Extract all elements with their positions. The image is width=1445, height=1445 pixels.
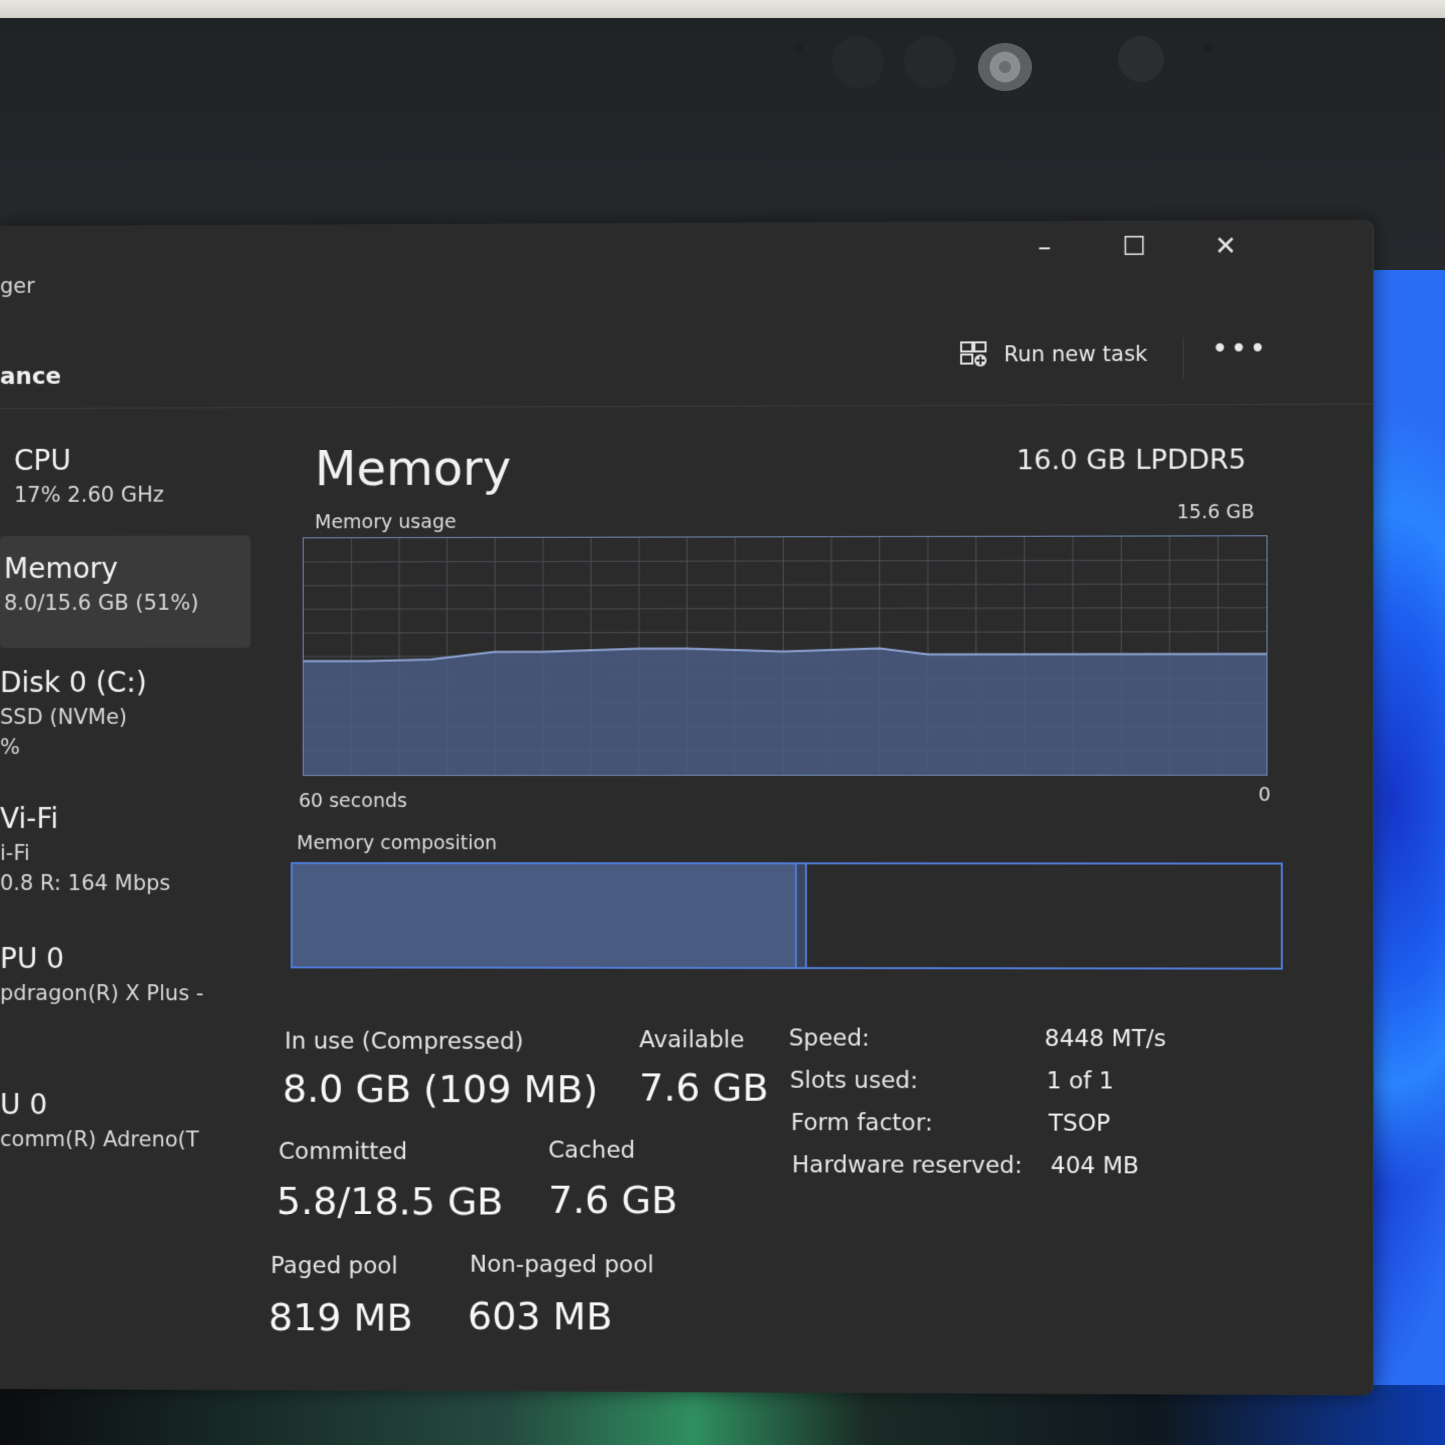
sidebar-item-label: Memory [4,551,250,585]
sidebar-item-detail-2: % [0,735,250,759]
memory-composition-label: Memory composition [297,832,497,854]
memory-usage-label: Memory usage [315,511,457,533]
memory-composition-bar[interactable] [291,862,1283,970]
sensor-ring-2 [904,36,956,88]
sidebar-item-gpu[interactable]: U 0 comm(R) Adreno(T [0,1088,250,1152]
hardware-reserved-label: Hardware reserved: [792,1152,1022,1179]
sidebar-item-detail: 8.0/15.6 GB (51%) [4,591,250,615]
time-range-label: 60 seconds [299,790,407,812]
form-factor-value: TSOP [1049,1111,1111,1137]
sidebar-item-label: Disk 0 (C:) [0,666,250,699]
sidebar-item-detail: SSD (NVMe) [0,705,250,729]
in-use-value: 8.0 GB (109 MB) [283,1067,598,1112]
grid-line-horizontal [304,632,1267,633]
ir-sensor-left [793,43,803,53]
sidebar-item-label: PU 0 [0,942,250,975]
sensor-ring-3 [1118,36,1164,82]
hardware-reserved-value: 404 MB [1051,1153,1139,1179]
close-button[interactable]: ✕ [1201,226,1250,267]
sidebar-item-detail: 17% 2.60 GHz [14,482,265,507]
sidebar-item-detail: pdragon(R) X Plus - [0,981,250,1005]
sidebar-item-label: Vi-Fi [0,802,250,835]
sidebar-item-detail: comm(R) Adreno(T [0,1127,250,1152]
sidebar-item-disk[interactable]: Disk 0 (C:) SSD (NVMe) % [0,666,250,759]
non-paged-pool-value: 603 MB [468,1294,613,1339]
run-task-icon [959,340,989,368]
grid-line-horizontal [304,560,1267,562]
webcam-icon [978,43,1032,91]
committed-value: 5.8/18.5 GB [277,1179,504,1224]
committed-label: Committed [279,1139,408,1165]
grid-line-horizontal [304,584,1267,586]
more-options-button[interactable]: ••• [1211,331,1268,365]
slots-used-value: 1 of 1 [1047,1068,1114,1094]
cached-label: Cached [548,1137,635,1163]
speed-label: Speed: [789,1025,870,1051]
sensor-ring-1 [832,36,884,88]
paged-pool-label: Paged pool [271,1253,398,1280]
sidebar-item-memory[interactable]: Memory 8.0/15.6 GB (51%) [0,535,250,648]
sidebar-item-npu[interactable]: PU 0 pdragon(R) X Plus - [0,942,250,1005]
memory-usage-chart [304,536,1267,775]
sidebar-item-wifi[interactable]: Vi-Fi i-Fi 0.8 R: 164 Mbps [0,802,250,895]
title-bar[interactable]: ger – ☐ ✕ [0,220,1373,316]
speed-value: 8448 MT/s [1044,1026,1166,1052]
sidebar-item-cpu[interactable]: CPU 17% 2.60 GHz [14,443,265,507]
minimize-button[interactable]: – [1020,227,1069,268]
composition-in-use-segment[interactable] [293,864,795,967]
cached-value: 7.6 GB [548,1178,677,1223]
sidebar-item-detail-2: 0.8 R: 164 Mbps [0,871,250,895]
toolbar-divider [1183,338,1184,378]
window-title: ger [0,274,35,298]
composition-modified-segment[interactable] [795,864,807,967]
run-new-task-button[interactable]: Run new task [959,340,1147,369]
maximize-button[interactable]: ☐ [1110,227,1159,268]
in-use-label: In use (Compressed) [285,1029,524,1056]
toolbar [0,321,1373,409]
task-manager-window: ger – ☐ ✕ ance Run new task ••• CPU 17% … [0,220,1374,1396]
time-end-label: 0 [1258,784,1270,806]
memory-usage-max: 15.6 GB [1177,501,1255,523]
ir-sensor-right [1204,42,1214,52]
available-value: 7.6 GB [639,1065,768,1110]
section-title: ance [0,364,61,390]
slots-used-label: Slots used: [790,1068,918,1094]
composition-standby-segment[interactable] [807,864,1281,967]
sidebar-item-label: CPU [14,443,265,477]
run-new-task-label: Run new task [1004,342,1148,367]
sidebar-item-label: U 0 [0,1088,250,1122]
non-paged-pool-label: Non-paged pool [470,1252,654,1279]
memory-usage-graph [303,535,1268,776]
memory-type: 16.0 GB LPDDR5 [1016,444,1246,476]
memory-usage-area [304,648,1267,775]
page-title: Memory [315,440,511,497]
grid-line-horizontal [304,608,1267,610]
form-factor-label: Form factor: [791,1110,933,1137]
available-label: Available [639,1027,744,1053]
paged-pool-value: 819 MB [269,1295,413,1340]
sidebar-item-detail: i-Fi [0,841,250,865]
